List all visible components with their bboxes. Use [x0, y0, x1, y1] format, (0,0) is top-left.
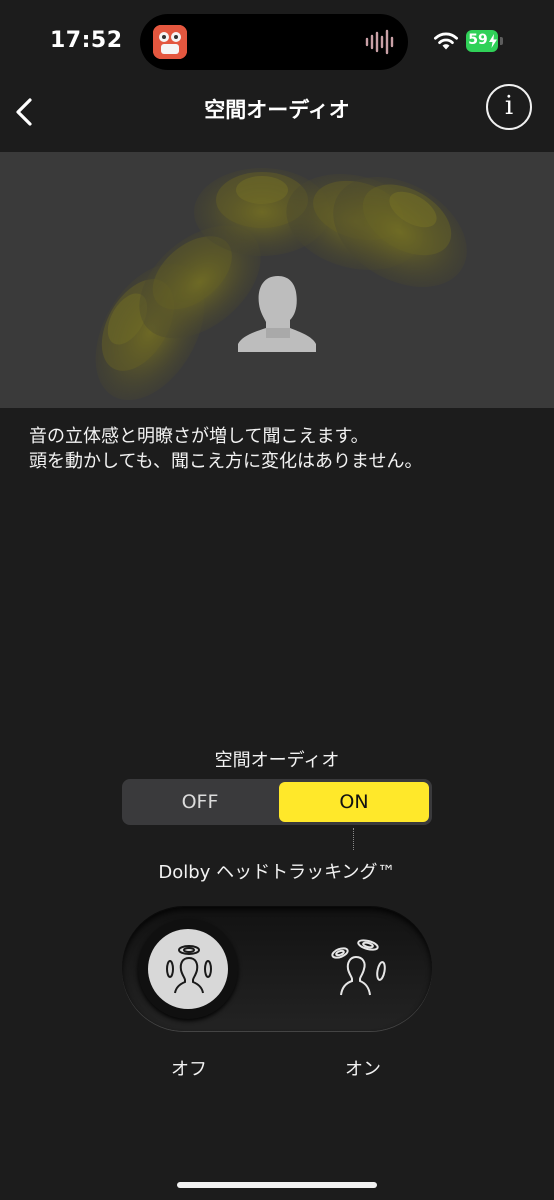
info-icon: i	[504, 91, 514, 121]
home-indicator[interactable]	[177, 1182, 377, 1188]
page-title: 空間オーディオ	[204, 98, 350, 122]
spatial-audio-off-button[interactable]: OFF	[125, 782, 275, 822]
battery-level: 59	[468, 32, 488, 48]
head-tracking-on-label: オン	[345, 1059, 381, 1080]
audio-waveform-icon	[365, 29, 394, 55]
head-tracking-off-label: オフ	[171, 1059, 207, 1080]
wifi-icon	[434, 32, 458, 50]
now-playing-app-icon[interactable]	[153, 25, 187, 59]
spatial-audio-on-button[interactable]: ON	[279, 782, 429, 822]
head-tracking-on-icon[interactable]	[328, 937, 392, 997]
spatial-audio-illustration	[0, 152, 554, 408]
description-text: 音の立体感と明瞭さが増して聞こえます。 頭を動かしても、聞こえ方に変化はありませ…	[29, 424, 529, 474]
head-tracking-off-icon	[166, 945, 212, 994]
status-time: 17:52	[50, 28, 123, 53]
connector-line	[353, 828, 354, 850]
description-line-1: 音の立体感と明瞭さが増して聞こえます。	[29, 426, 369, 447]
charging-bolt-icon	[489, 34, 497, 48]
head-tracking-switch[interactable]	[122, 907, 432, 1031]
dynamic-island[interactable]	[140, 14, 408, 70]
sound-field-graphic	[95, 168, 467, 401]
status-bar: 17:52 59	[0, 0, 554, 84]
head-tracking-label: Dolby ヘッドトラッキング™	[158, 862, 396, 883]
head-tracking-off-knob[interactable]	[138, 919, 238, 1019]
description-line-2: 頭を動かしても、聞こえ方に変化はありません。	[29, 451, 423, 472]
info-button[interactable]: i	[486, 84, 532, 130]
battery-icon: 59	[466, 30, 504, 52]
spatial-audio-segmented-control: OFF ON	[122, 779, 432, 825]
navigation-bar: 空間オーディオ i	[0, 84, 554, 152]
spatial-audio-label: 空間オーディオ	[214, 750, 340, 771]
screen: 17:52 59 空間オーディオ i 音の立体感と明瞭さが増して聞こえます。 頭…	[0, 0, 554, 1200]
